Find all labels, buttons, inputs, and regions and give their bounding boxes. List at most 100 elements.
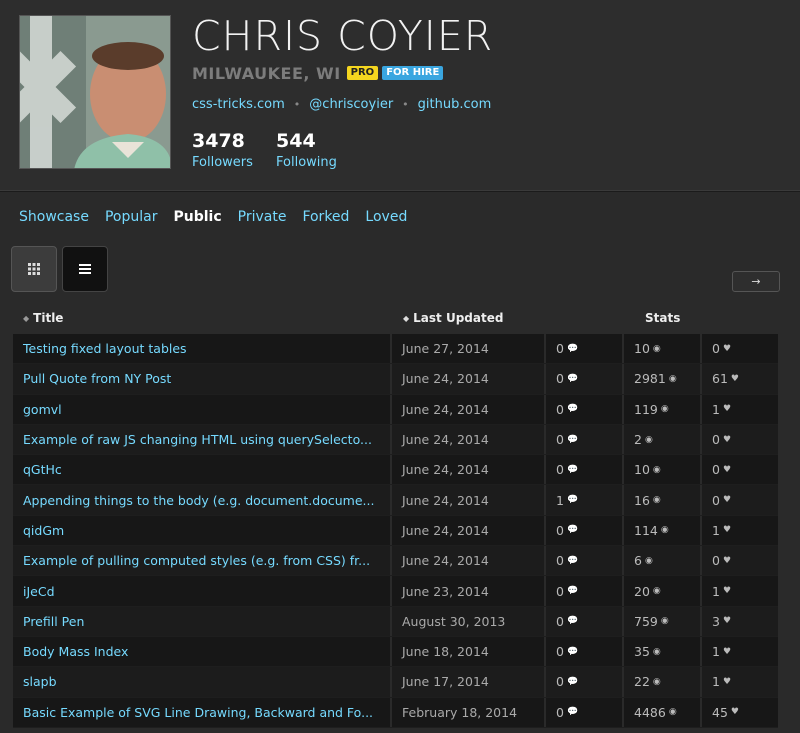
views-stat: 10 ◉ bbox=[624, 455, 700, 485]
github-link[interactable]: github.com bbox=[418, 97, 492, 112]
eye-icon: ◉ bbox=[652, 586, 661, 597]
loves-stat[interactable]: 0 ♥ bbox=[702, 424, 778, 455]
pen-title-link[interactable]: Body Mass Index bbox=[13, 636, 390, 667]
profile-header: CHRIS COYIER MILWAUKEE, WI PRO FOR HIRE … bbox=[0, 0, 800, 192]
tab-showcase[interactable]: Showcase bbox=[19, 209, 89, 225]
twitter-link[interactable]: @chriscoyier bbox=[309, 97, 393, 112]
comment-icon: 💬 bbox=[566, 373, 579, 384]
heart-icon: ♥ bbox=[722, 676, 732, 687]
pen-title-link[interactable]: gomvl bbox=[13, 394, 390, 424]
comments-stat: 0 💬 bbox=[546, 424, 622, 455]
for-hire-badge[interactable]: FOR HIRE bbox=[382, 66, 444, 80]
eye-icon: ◉ bbox=[668, 373, 677, 384]
heart-icon: ♥ bbox=[722, 464, 732, 475]
table-row[interactable]: Pull Quote from NY Post June 24, 2014 0 💬 29… bbox=[13, 364, 778, 395]
views-stat: 22 ◉ bbox=[624, 667, 700, 697]
pen-title-link[interactable]: slapb bbox=[13, 667, 390, 697]
table-row[interactable]: Example of raw JS changing HTML using qu… bbox=[13, 424, 778, 456]
table-row[interactable]: Example of pulling computed styles (e.g.… bbox=[13, 546, 778, 577]
sort-icon: ◆ bbox=[23, 314, 30, 323]
tab-public[interactable]: Public bbox=[173, 209, 221, 225]
heart-icon: ♥ bbox=[722, 616, 732, 627]
loves-stat[interactable]: 3 ♥ bbox=[702, 606, 778, 636]
table-row[interactable]: Appending things to the body (e.g. docum… bbox=[13, 485, 778, 516]
pen-updated-date: June 23, 2014 bbox=[392, 576, 544, 606]
pen-title-link[interactable]: Pull Quote from NY Post bbox=[13, 364, 390, 394]
list-view-button[interactable] bbox=[62, 246, 108, 292]
pen-title-link[interactable]: iJeCd bbox=[13, 576, 390, 606]
loves-stat[interactable]: 1 ♥ bbox=[702, 667, 778, 697]
table-row[interactable]: slapb June 17, 2014 0 💬 22 ◉ 1 ♥ bbox=[13, 667, 778, 698]
pen-updated-date: June 24, 2014 bbox=[392, 455, 544, 485]
pen-tabs: Showcase Popular Public Private Forked L… bbox=[19, 209, 423, 225]
column-header-title[interactable]: ◆ Title bbox=[23, 311, 63, 325]
link-separator: • bbox=[402, 98, 409, 111]
loves-stat[interactable]: 1 ♥ bbox=[702, 636, 778, 667]
next-page-button[interactable]: → bbox=[732, 271, 780, 292]
comment-icon: 💬 bbox=[566, 555, 579, 566]
loves-stat[interactable]: 0 ♥ bbox=[702, 334, 778, 364]
pen-updated-date: June 24, 2014 bbox=[392, 364, 544, 394]
pen-title-link[interactable]: Appending things to the body (e.g. docum… bbox=[13, 485, 390, 515]
loves-stat[interactable]: 61 ♥ bbox=[702, 364, 778, 394]
eye-icon: ◉ bbox=[660, 616, 669, 627]
sort-icon: ◆ bbox=[403, 314, 410, 323]
pen-title-link[interactable]: Example of pulling computed styles (e.g.… bbox=[13, 546, 390, 576]
pen-title-link[interactable]: qidGm bbox=[13, 515, 390, 546]
pens-table: Testing fixed layout tables June 27, 2014… bbox=[13, 334, 778, 728]
comments-stat: 1 💬 bbox=[546, 485, 622, 515]
pen-updated-date: August 30, 2013 bbox=[392, 606, 544, 636]
table-row[interactable]: qidGm June 24, 2014 0 💬 114 ◉ 1 ♥ bbox=[13, 515, 778, 547]
pen-title-link[interactable]: Example of raw JS changing HTML using qu… bbox=[13, 424, 390, 455]
eye-icon: ◉ bbox=[660, 525, 669, 536]
tab-forked[interactable]: Forked bbox=[302, 209, 349, 225]
comments-stat: 0 💬 bbox=[546, 576, 622, 606]
views-stat: 114 ◉ bbox=[624, 515, 700, 546]
heart-icon: ♥ bbox=[722, 525, 732, 536]
table-row[interactable]: Basic Example of SVG Line Drawing, Backw… bbox=[13, 697, 778, 728]
profile-links: css-tricks.com • @chriscoyier • github.c… bbox=[192, 97, 491, 112]
comment-icon: 💬 bbox=[566, 464, 579, 475]
pen-title-link[interactable]: Basic Example of SVG Line Drawing, Backw… bbox=[13, 697, 390, 727]
eye-icon: ◉ bbox=[652, 495, 661, 506]
loves-stat[interactable]: 0 ♥ bbox=[702, 485, 778, 515]
followers-label[interactable]: Followers bbox=[192, 155, 253, 170]
link-separator: • bbox=[293, 98, 301, 111]
table-row[interactable]: Testing fixed layout tables June 27, 2014… bbox=[13, 334, 778, 365]
table-row[interactable]: qGtHc June 24, 2014 0 💬 10 ◉ 0 ♥ bbox=[13, 455, 778, 486]
comments-stat: 0 💬 bbox=[546, 515, 622, 546]
comment-icon: 💬 bbox=[566, 676, 579, 687]
loves-stat[interactable]: 45 ♥ bbox=[702, 697, 778, 727]
pen-title-link[interactable]: Testing fixed layout tables bbox=[13, 334, 390, 364]
followers-stat[interactable]: 3478 Followers bbox=[192, 130, 253, 170]
heart-icon: ♥ bbox=[722, 343, 732, 354]
loves-stat[interactable]: 1 ♥ bbox=[702, 394, 778, 424]
loves-stat[interactable]: 0 ♥ bbox=[702, 455, 778, 485]
eye-icon: ◉ bbox=[652, 464, 661, 475]
loves-stat[interactable]: 1 ♥ bbox=[702, 515, 778, 546]
tab-loved[interactable]: Loved bbox=[365, 209, 407, 225]
grid-view-button[interactable] bbox=[11, 246, 57, 292]
pen-title-link[interactable]: qGtHc bbox=[13, 455, 390, 485]
heart-icon: ♥ bbox=[722, 404, 732, 415]
table-row[interactable]: gomvl June 24, 2014 0 💬 119 ◉ 1 ♥ bbox=[13, 394, 778, 425]
tab-popular[interactable]: Popular bbox=[105, 209, 158, 225]
following-label[interactable]: Following bbox=[276, 155, 337, 170]
loves-stat[interactable]: 1 ♥ bbox=[702, 576, 778, 606]
following-stat[interactable]: 544 Following bbox=[276, 130, 337, 170]
website-link[interactable]: css-tricks.com bbox=[192, 97, 285, 112]
avatar[interactable] bbox=[19, 15, 171, 169]
pen-updated-date: June 24, 2014 bbox=[392, 424, 544, 455]
column-header-last-updated[interactable]: ◆ Last Updated bbox=[403, 311, 503, 325]
table-row[interactable]: Prefill Pen August 30, 2013 0 💬 759 ◉ 3 ♥ bbox=[13, 606, 778, 637]
table-row[interactable]: iJeCd June 23, 2014 0 💬 20 ◉ 1 ♥ bbox=[13, 576, 778, 607]
loves-stat[interactable]: 0 ♥ bbox=[702, 546, 778, 576]
tab-private[interactable]: Private bbox=[238, 209, 287, 225]
table-row[interactable]: Body Mass Index June 18, 2014 0 💬 35 ◉ 1 ♥ bbox=[13, 636, 778, 668]
comments-stat: 0 💬 bbox=[546, 546, 622, 576]
followers-count: 3478 bbox=[192, 130, 245, 152]
pen-title-link[interactable]: Prefill Pen bbox=[13, 606, 390, 636]
following-count: 544 bbox=[276, 130, 316, 152]
profile-name: CHRIS COYIER bbox=[192, 12, 494, 60]
heart-icon: ♥ bbox=[730, 707, 739, 718]
